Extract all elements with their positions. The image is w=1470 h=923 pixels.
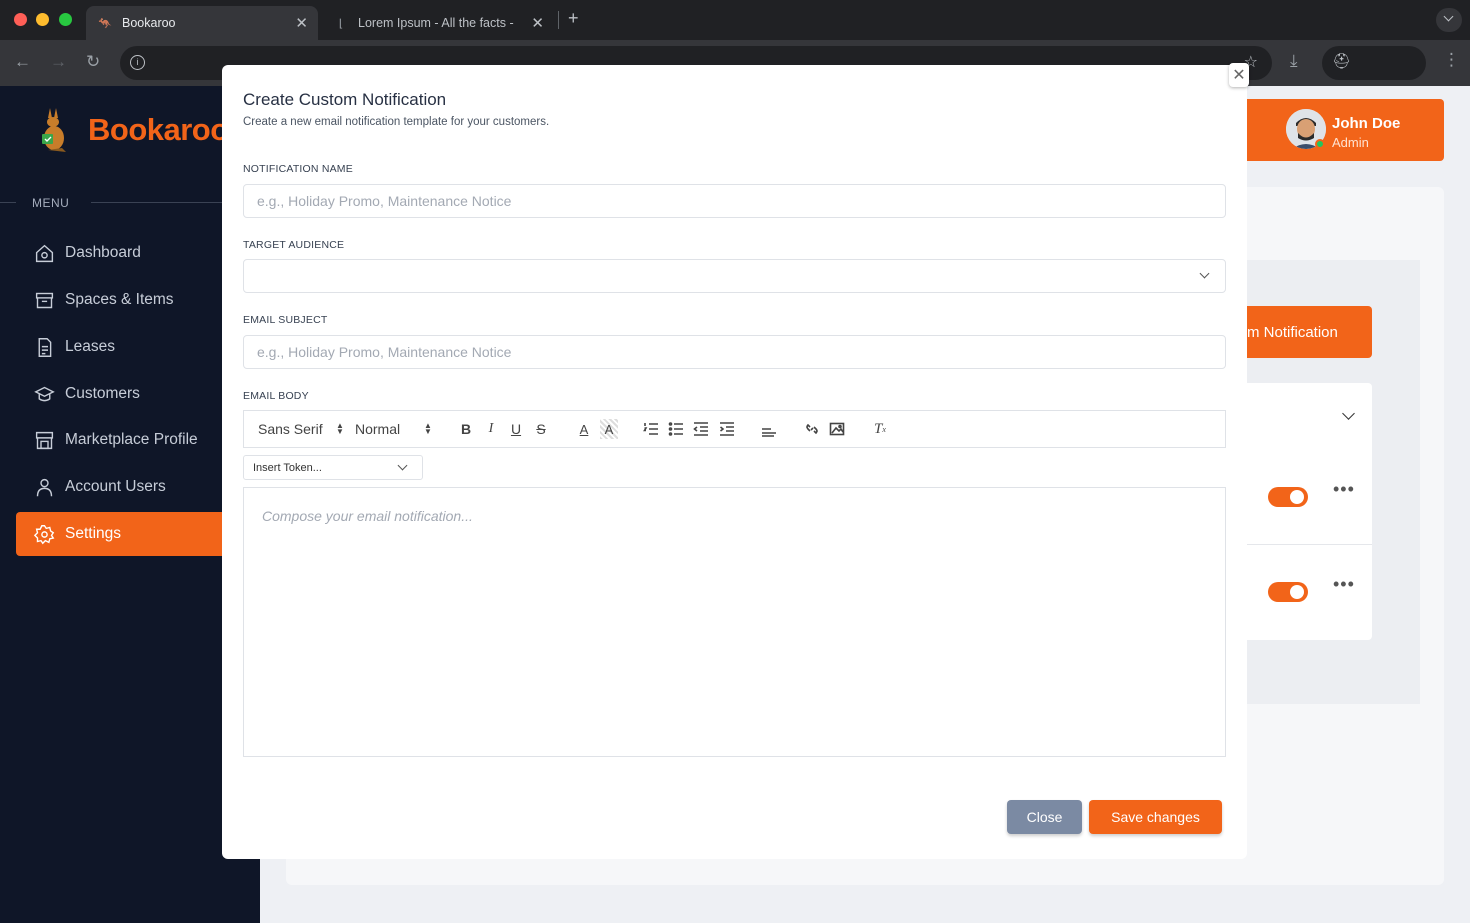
indent-icon[interactable]: [718, 419, 736, 439]
create-notification-modal: ✕ Create Custom Notification Create a ne…: [222, 63, 1249, 859]
tab-close-icon[interactable]: ✕: [295, 14, 308, 32]
sidebar-item-label: Account Users: [65, 478, 166, 495]
editor-toolbar: Sans Serif ▲ ▼ Normal ▲ ▼ B I U S A A Tx: [243, 410, 1226, 448]
menu-label: MENU: [32, 196, 70, 210]
kangaroo-logo-icon: [36, 106, 72, 154]
target-audience-label: TARGET AUDIENCE: [243, 239, 345, 251]
picker-arrows-icon: ▲ ▼: [336, 421, 344, 436]
button-label: m Notification: [1247, 323, 1338, 341]
align-left-icon[interactable]: [760, 419, 778, 439]
notification-toggle[interactable]: [1268, 582, 1308, 602]
background-color-icon[interactable]: A: [600, 419, 618, 439]
notification-name-input[interactable]: [243, 184, 1226, 218]
user-name: John Doe: [1332, 115, 1401, 132]
modal-subtitle: Create a new email notification template…: [243, 116, 550, 128]
forward-arrow-icon[interactable]: →: [50, 52, 67, 72]
window-maximize-button[interactable]: [59, 13, 72, 26]
sidebar-item-label: Dashboard: [65, 244, 141, 261]
sidebar-item-label: Marketplace Profile: [65, 431, 198, 448]
email-subject-input[interactable]: [243, 335, 1226, 369]
save-changes-button[interactable]: Save changes: [1089, 800, 1222, 834]
home-icon: [35, 244, 54, 262]
strikethrough-icon[interactable]: S: [532, 419, 550, 439]
email-body-editor[interactable]: Compose your email notification...: [243, 487, 1226, 757]
incognito-icon: ⛑: [1332, 53, 1352, 70]
target-audience-select[interactable]: [243, 259, 1226, 293]
tab-title: Lorem Ipsum - All the facts -: [358, 16, 514, 30]
clear-format-icon[interactable]: Tx: [871, 419, 889, 439]
menu-divider: [0, 202, 16, 203]
close-icon[interactable]: ✕: [1229, 63, 1249, 87]
tab-title: Bookaroo: [122, 16, 176, 30]
modal-title: Create Custom Notification: [243, 90, 447, 109]
sidebar-item-label: Settings: [65, 525, 122, 542]
document-icon: [38, 337, 52, 357]
chevron-down-icon: [1199, 268, 1210, 279]
sidebar-item-label: Customers: [65, 385, 140, 402]
underline-icon[interactable]: U: [507, 419, 525, 439]
window-minimize-button[interactable]: [36, 13, 49, 26]
insert-token-select[interactable]: Insert Token...: [243, 455, 423, 480]
link-icon[interactable]: [803, 419, 821, 439]
kangaroo-favicon-icon: 🦘: [98, 17, 112, 30]
download-icon[interactable]: ⤓: [1290, 51, 1298, 71]
plus-icon[interactable]: +: [568, 8, 579, 29]
chevron-down-icon[interactable]: [1342, 407, 1355, 420]
browser-tab-strip: 🦘 Bookaroo ✕ ⌊ Lorem Ipsum - All the fac…: [0, 0, 1470, 40]
ordered-list-icon[interactable]: [642, 419, 660, 439]
page-favicon-icon: ⌊: [338, 17, 344, 30]
font-family-picker[interactable]: Sans Serif: [258, 421, 323, 437]
archive-icon: [35, 292, 54, 308]
tab-close-icon[interactable]: ✕: [531, 14, 544, 32]
editor-placeholder: Compose your email notification...: [262, 508, 473, 524]
chevron-down-icon: [397, 460, 408, 471]
text-color-icon[interactable]: A: [575, 419, 593, 439]
bullet-list-icon[interactable]: [667, 419, 685, 439]
italic-icon[interactable]: I: [482, 419, 500, 439]
picker-arrows-icon: ▲ ▼: [424, 421, 432, 436]
more-vertical-icon[interactable]: ⋮: [1443, 50, 1460, 70]
brand-logo[interactable]: Bookaroo: [36, 106, 229, 154]
more-horizontal-icon[interactable]: •••: [1333, 479, 1355, 500]
bold-icon[interactable]: B: [457, 419, 475, 439]
brand-name: Bookaroo: [88, 112, 229, 147]
close-button[interactable]: Close: [1007, 800, 1082, 834]
back-arrow-icon[interactable]: ←: [14, 52, 31, 72]
sidebar-item-label: Leases: [65, 338, 115, 355]
window-close-button[interactable]: [14, 13, 27, 26]
tab-search-button[interactable]: [1436, 8, 1462, 32]
create-notification-button[interactable]: m Notification: [1247, 306, 1372, 358]
row-divider: [1247, 544, 1372, 545]
graduation-cap-icon: [34, 386, 55, 401]
site-info-icon[interactable]: i: [130, 55, 145, 70]
user-menu[interactable]: John Doe Admin: [1247, 99, 1444, 161]
tab-divider: [558, 11, 559, 29]
sidebar-item-label: Spaces & Items: [65, 291, 174, 308]
sidebar: Bookaroo MENU Dashboard Spaces & Items L…: [0, 86, 260, 923]
reload-icon[interactable]: ↻: [86, 52, 100, 72]
image-icon[interactable]: [828, 419, 846, 439]
email-subject-label: EMAIL SUBJECT: [243, 314, 328, 326]
store-icon: [35, 431, 54, 449]
notification-toggle[interactable]: [1268, 487, 1308, 507]
more-horizontal-icon[interactable]: •••: [1333, 574, 1355, 595]
font-size-picker[interactable]: Normal: [355, 421, 400, 437]
email-body-label: EMAIL BODY: [243, 390, 309, 402]
browser-tab-bookaroo[interactable]: 🦘 Bookaroo ✕: [86, 6, 318, 40]
online-status-dot: [1315, 139, 1325, 149]
insert-token-label: Insert Token...: [253, 462, 322, 474]
user-icon: [36, 478, 53, 496]
notification-list: ••• •••: [1247, 383, 1372, 640]
user-role: Admin: [1332, 135, 1369, 150]
profile-button[interactable]: ⛑: [1322, 46, 1426, 80]
browser-tab-lorem[interactable]: ⌊ Lorem Ipsum - All the facts - ✕: [322, 6, 554, 40]
gear-icon: [34, 524, 55, 544]
outdent-icon[interactable]: [692, 419, 710, 439]
notification-name-label: NOTIFICATION NAME: [243, 163, 353, 175]
